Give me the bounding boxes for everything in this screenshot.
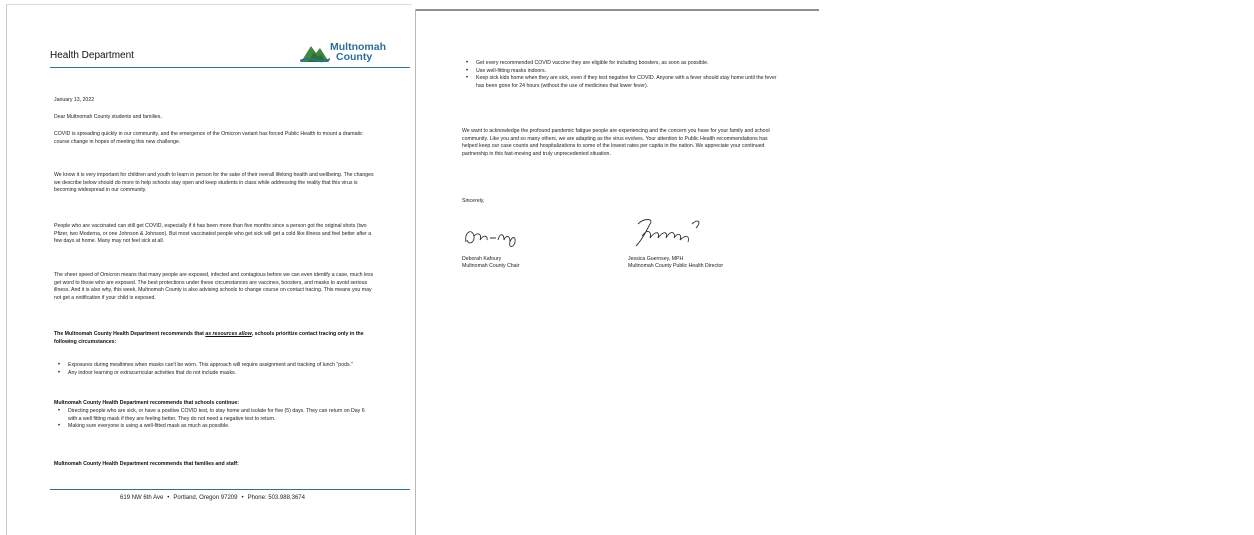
department-title: Health Department [50, 50, 134, 61]
multnomah-mountain-logo-icon [299, 40, 331, 64]
list-item: Any indoor learning or extracurricular a… [54, 370, 374, 378]
rec1-emphasis: as resources allow [205, 331, 252, 337]
header-divider [50, 67, 410, 68]
signatory-1-title: Multnomah County Chair [462, 263, 520, 269]
list-item: Exposures during mealtimes when masks ca… [54, 362, 374, 370]
footer-address: 619 NW 6th Ave [120, 495, 164, 501]
letter-footer: 619 NW 6th Ave • Portland, Oregon 97209 • Ph… [50, 495, 375, 501]
signature-kafoury [460, 222, 540, 252]
list-item: Keep sick kids home when they are sick, … [462, 75, 780, 90]
paragraph-4: The sheer speed of Omicron means that ma… [54, 272, 374, 301]
rec1-pre: The Multnomah County Health Department r… [54, 331, 206, 337]
paragraph-3: People who are vaccinated can still get … [54, 223, 372, 245]
page-2-top-edge [415, 9, 819, 11]
footer-city: Portland, Oregon 97209 [173, 495, 238, 501]
signature-guernsey [628, 212, 708, 250]
recommendation-2-list: Directing people who are sick, or have a… [54, 408, 374, 431]
county-logo: Multnomah County [299, 38, 400, 66]
recommendation-1-heading: The Multnomah County Health Department r… [54, 331, 376, 346]
recommendation-1-list: Exposures during mealtimes when masks ca… [54, 362, 374, 377]
letter-salutation: Dear Multnomah County students and famil… [54, 114, 162, 120]
recommendation-2-heading: Multnomah County Health Department recom… [54, 400, 240, 406]
letter-date: January 13, 2022 [54, 97, 95, 103]
list-item: Directing people who are sick, or have a… [54, 408, 374, 423]
signatory-2-name: Jessica Guernsey, MPH [628, 256, 684, 262]
footer-separator: • [167, 495, 170, 501]
letter-page-1 [6, 4, 412, 535]
closing-sincerely: Sincerely, [462, 198, 485, 204]
family-recommendation-list: Get every recommended COVID vaccine they… [462, 60, 780, 90]
signatory-1: Deborah Kafoury Multnomah County Chair [462, 256, 612, 270]
list-item: Get every recommended COVID vaccine they… [462, 60, 780, 68]
signatory-1-name: Deborah Kafoury [462, 256, 502, 262]
closing-paragraph: We want to acknowledge the profound pand… [462, 128, 770, 157]
paragraph-1: COVID is spreading quickly in our commun… [54, 131, 363, 145]
signatory-2: Jessica Guernsey, MPH Multnomah County P… [628, 256, 798, 270]
footer-separator: • [241, 495, 244, 501]
recommendation-3-heading: Multnomah County Health Department recom… [54, 461, 239, 467]
logo-word-county: County [336, 51, 373, 63]
list-item: Use well-fitting masks indoors. [462, 68, 780, 76]
paragraph-2: We know it is very important for childre… [54, 172, 374, 194]
signatory-2-title: Multnomah County Public Health Director [628, 263, 724, 269]
list-item: Making sure everyone is using a well-fit… [54, 423, 374, 431]
page-2-left-edge [415, 9, 416, 535]
signature-kafoury-graphic [465, 231, 516, 247]
footer-phone: Phone: 503.988.3674 [247, 495, 305, 501]
footer-divider [50, 489, 410, 490]
signature-guernsey-graphic [635, 219, 700, 247]
